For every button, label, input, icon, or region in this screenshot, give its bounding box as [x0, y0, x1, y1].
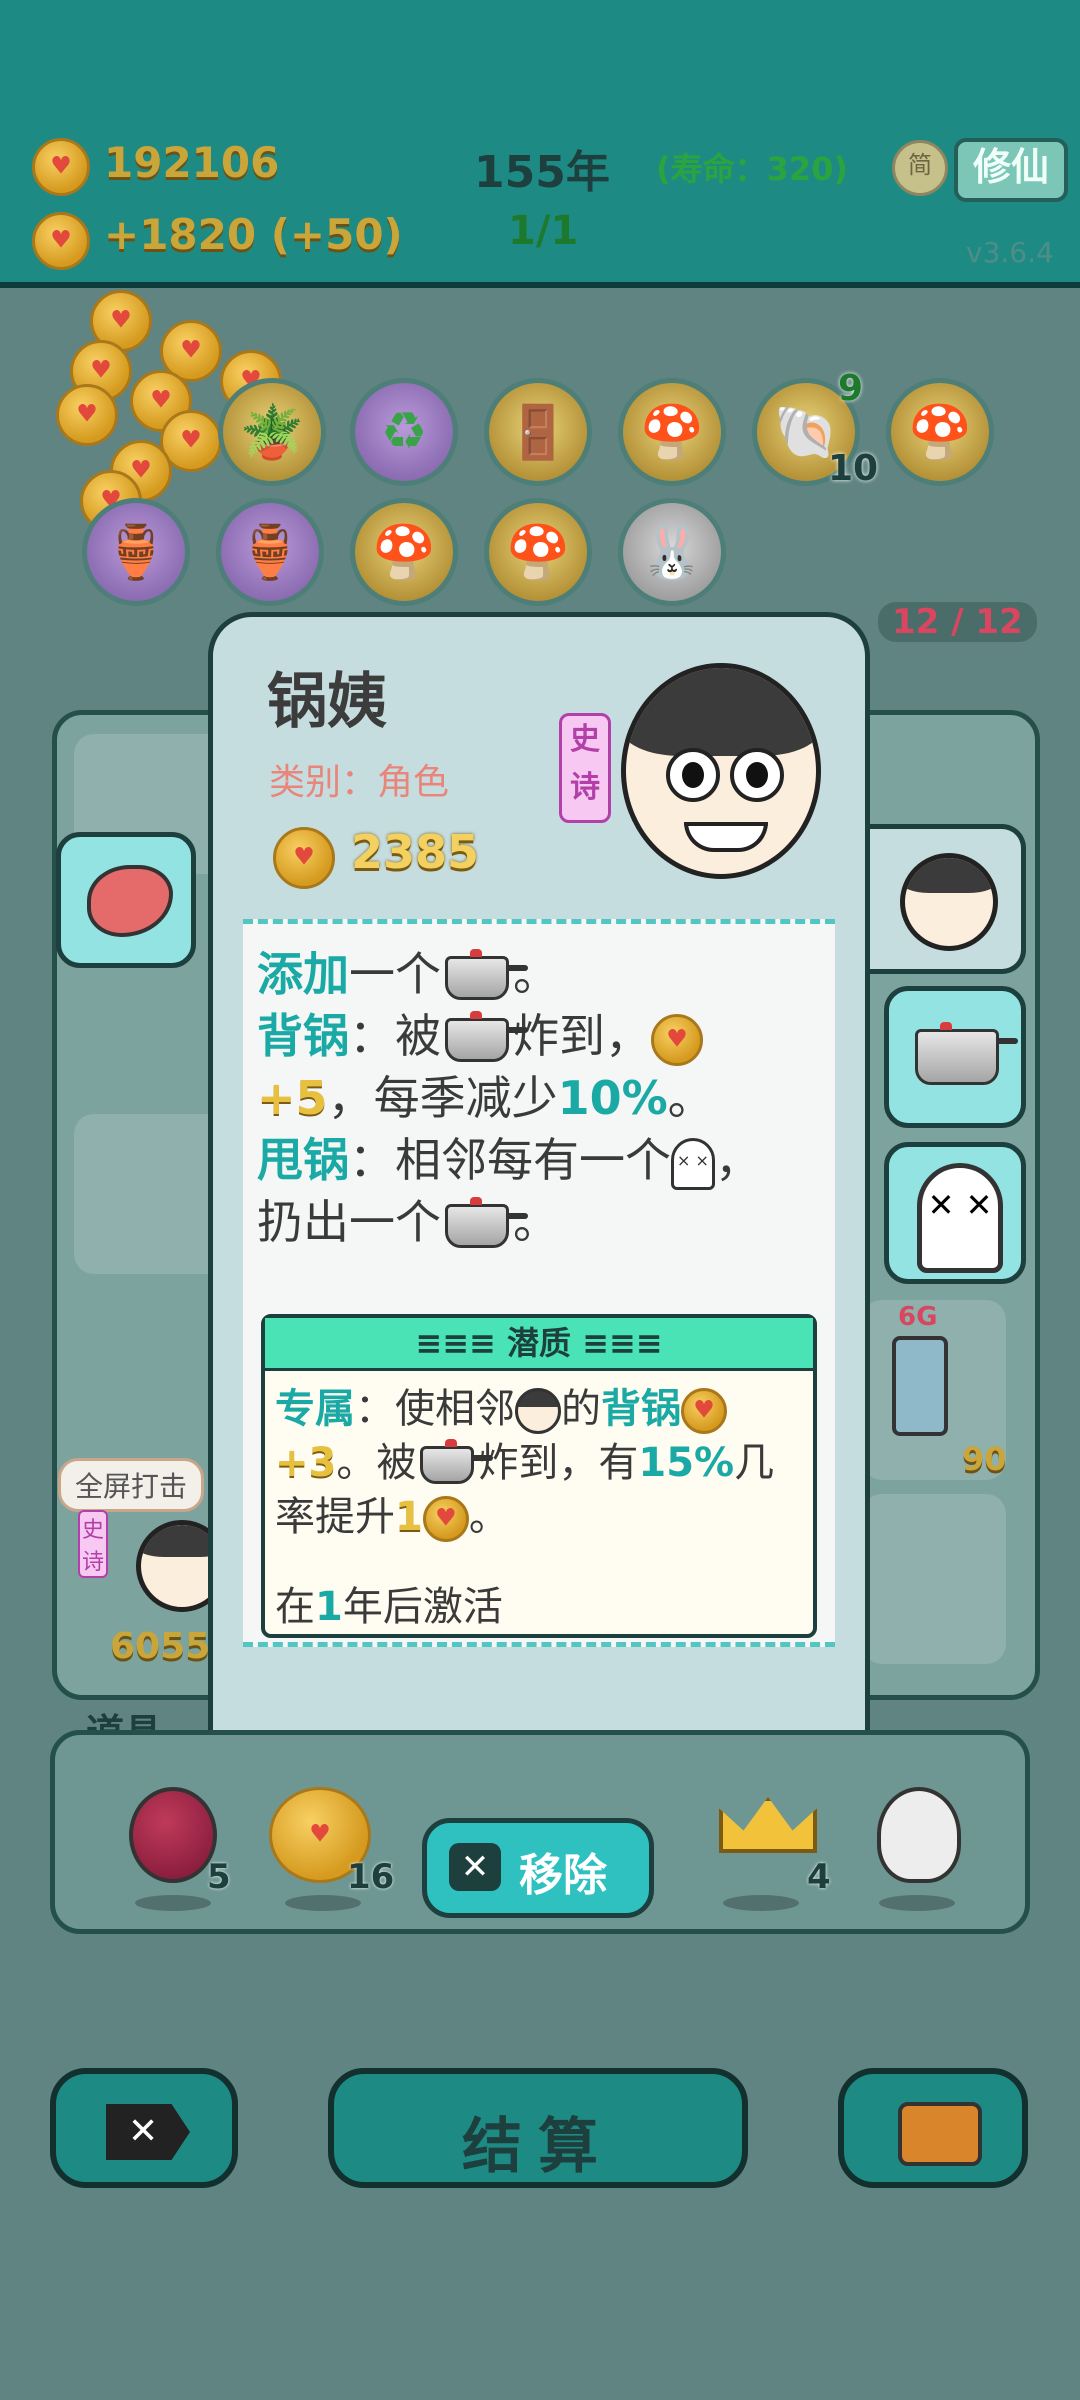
coin-icon: [422, 1496, 469, 1542]
potential-panel: ≡≡≡ 潜质 ≡≡≡ 专属：使相邻的背锅 +3。被炸到，有15%几 率提升1。 …: [261, 1314, 817, 1638]
pot-icon: [911, 1022, 1018, 1085]
potential-title: ≡≡≡ 潜质 ≡≡≡: [265, 1318, 813, 1371]
coin-icon: [32, 138, 90, 196]
cultivate-button[interactable]: 修仙: [954, 138, 1068, 202]
ghost-tab[interactable]: ✕ ✕: [884, 1142, 1026, 1284]
lifespan-text: (寿命：320): [656, 150, 849, 188]
item-category: 类别：角色: [269, 762, 450, 803]
potential-line-2: +3。被 炸到，有15%几: [275, 1439, 775, 1486]
liver-item-card[interactable]: [56, 832, 196, 968]
crown-count: 4: [807, 1857, 831, 1897]
right-item-badge: 6G: [898, 1302, 938, 1332]
desc-line-2: 背锅：被 炸到，: [257, 1000, 703, 1066]
pot-icon: [445, 948, 528, 1000]
simplified-chinese-toggle[interactable]: 简: [892, 140, 948, 196]
delete-button[interactable]: ✕: [50, 2068, 238, 2188]
potential-line-1: 专属：使相邻 的背锅: [275, 1376, 727, 1434]
slot-recycle[interactable]: ♻: [350, 378, 458, 486]
price-coin-icon: [273, 827, 335, 889]
slot-mushroom-cloud[interactable]: 🍄: [618, 378, 726, 486]
left-card-rarity: 史诗: [78, 1510, 108, 1578]
remove-label: 移除: [519, 1850, 607, 1901]
item-price: 2385: [351, 825, 480, 879]
remove-button[interactable]: ✕ 移除: [422, 1818, 654, 1918]
income-text: +1820 (+50): [104, 210, 403, 259]
desc-line-4: 甩锅：相邻每有一个 × ×，: [257, 1124, 761, 1190]
slot-jar-2[interactable]: 🏺: [216, 498, 324, 606]
coin-icon: [681, 1388, 727, 1434]
coin-icon: [651, 1013, 703, 1066]
settle-button[interactable]: 结算: [328, 2068, 748, 2188]
slot-ghost-door[interactable]: 🚪: [484, 378, 592, 486]
top-bar: 192106 +1820 (+50) 155年 (寿命：320) 1/1 简 修…: [0, 0, 1080, 288]
close-icon: ✕: [449, 1843, 501, 1891]
shell-badge-top: 9: [838, 368, 864, 409]
coin-total: 192106: [104, 138, 280, 187]
character-portrait: [621, 663, 821, 879]
description-panel: 添加一个。 背锅：被炸到， +5，每季减少10%。 甩锅：相邻每有一个× ×， …: [243, 919, 835, 1647]
lychee-count: 5: [207, 1857, 231, 1897]
crown-item[interactable]: [719, 1797, 817, 1853]
rarity-badge: 史诗: [559, 713, 611, 823]
full-screen-strike-tooltip: 全屏打击: [58, 1458, 205, 1512]
activation-note: 在1年后激活: [275, 1584, 503, 1630]
slot-capacity: 12 / 12: [878, 602, 1037, 642]
liver-icon: [87, 865, 173, 937]
desc-line-1: 添加一个。: [257, 947, 559, 1001]
pot-icon: [445, 1196, 528, 1248]
slot-rabbit[interactable]: 🐰: [618, 498, 726, 606]
lychee-item[interactable]: [129, 1787, 217, 1883]
slot-mushroom-cloud-3[interactable]: 🍄: [350, 498, 458, 606]
shell-badge-bottom: 10: [828, 448, 879, 489]
inventory-button[interactable]: [838, 2068, 1028, 2188]
right-item-value: 90: [962, 1440, 1007, 1478]
pigeon-item[interactable]: [877, 1787, 961, 1883]
item-detail-popup: 锅姨 类别：角色 2385 史诗 添加一个。 背锅：被炸到， +5，每季减少10…: [208, 612, 870, 1788]
slot-mushroom-cloud-2[interactable]: 🍄: [886, 378, 994, 486]
income-coin-icon: [32, 212, 90, 270]
pot-icon: [420, 1439, 494, 1484]
slot-pot-plant[interactable]: 🪴: [218, 378, 326, 486]
ghost-icon: × ×: [671, 1137, 715, 1190]
character-mini-icon: [515, 1388, 561, 1434]
character-tab[interactable]: [870, 824, 1026, 974]
character-tab-face-icon: [900, 853, 998, 951]
briefcase-icon: [898, 2102, 982, 2166]
round-counter: 1/1: [508, 208, 579, 254]
desc-line-5: 扔出一个。: [257, 1195, 559, 1249]
dollar-coin-count: 16: [347, 1857, 395, 1897]
slot-jar[interactable]: 🏺: [82, 498, 190, 606]
item-name: 锅姨: [267, 667, 387, 737]
desc-line-3: +5，每季减少10%。: [257, 1071, 714, 1125]
board-cell[interactable]: [862, 1494, 1006, 1664]
potential-line-3: 率提升1。: [275, 1484, 509, 1542]
pot-tab[interactable]: [884, 986, 1026, 1128]
fridge-icon[interactable]: [892, 1336, 948, 1436]
year-counter: 155年: [474, 147, 610, 198]
slot-mushroom-cloud-4[interactable]: 🍄: [484, 498, 592, 606]
settle-label: 结算: [462, 2112, 614, 2182]
delete-icon: ✕: [106, 2104, 190, 2160]
version-label: v3.6.4: [966, 236, 1054, 269]
pot-icon: [445, 1010, 528, 1062]
ghost-icon: ✕ ✕: [917, 1163, 1003, 1273]
